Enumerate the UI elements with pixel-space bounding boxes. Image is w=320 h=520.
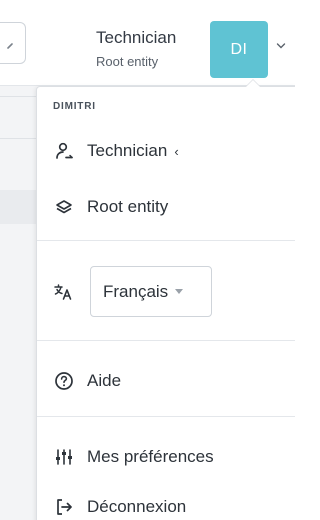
help-menu-item[interactable]: Aide (53, 370, 121, 392)
dropdown-caret (245, 79, 261, 87)
chevron-left-icon: ‹ (174, 143, 179, 159)
background-divider (0, 138, 40, 139)
caret-down-icon (175, 289, 184, 294)
help-menu-label: Aide (87, 371, 122, 390)
menu-divider (37, 416, 295, 417)
user-menu-dropdown: DIMITRI Technician ‹ Root entity Françai… (36, 79, 295, 520)
search-input[interactable] (0, 22, 26, 64)
logout-menu-item[interactable]: Déconnexion (53, 496, 186, 518)
user-switch-icon (53, 140, 75, 162)
menu-divider (37, 240, 295, 241)
language-row: Français (53, 266, 212, 317)
help-circle-icon (53, 370, 75, 392)
language-select[interactable]: Français (90, 266, 212, 317)
sliders-icon (53, 446, 75, 468)
preferences-menu-item[interactable]: Mes préférences (53, 446, 214, 468)
top-header: Technician Root entity DI (0, 0, 295, 86)
header-user-role[interactable]: Technician (96, 28, 176, 48)
entity-menu-item[interactable]: Root entity (53, 196, 168, 218)
logout-icon (53, 496, 75, 518)
translate-icon (53, 281, 75, 303)
chevron-down-icon[interactable] (276, 42, 286, 50)
profile-menu-label: Technician (87, 141, 168, 160)
entity-menu-label: Root entity (87, 197, 169, 216)
background-divider (0, 96, 40, 97)
header-user-entity[interactable]: Root entity (96, 54, 158, 69)
search-icon (7, 43, 13, 49)
avatar-initials: DI (230, 40, 248, 58)
profile-menu-item[interactable]: Technician ‹ (53, 140, 179, 162)
layers-icon (53, 196, 75, 218)
menu-divider (37, 340, 295, 341)
background-row (0, 190, 40, 224)
page: Technician Root entity DI DIMITRI Techni… (0, 0, 295, 520)
logout-menu-label: Déconnexion (87, 497, 187, 516)
avatar[interactable]: DI (210, 21, 268, 78)
language-select-value: Français (103, 281, 169, 301)
user-menu-username: DIMITRI (53, 101, 96, 112)
preferences-menu-label: Mes préférences (87, 447, 214, 466)
